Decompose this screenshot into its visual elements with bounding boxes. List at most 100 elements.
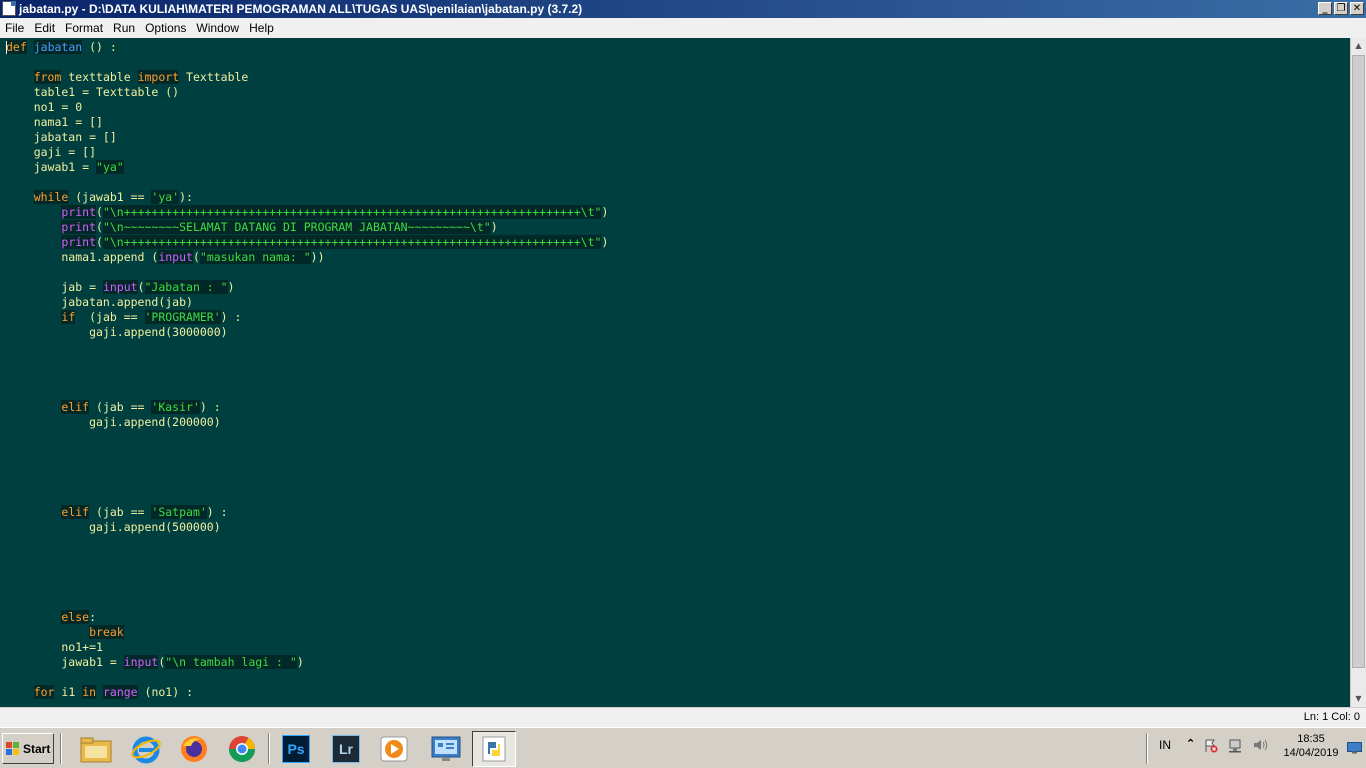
code-line[interactable] <box>6 595 664 610</box>
code-line[interactable] <box>6 265 664 280</box>
idle-file-icon[interactable] <box>2 1 16 16</box>
code-editor[interactable]: def jabatan () : from texttable import T… <box>0 38 1350 707</box>
start-button[interactable]: Start <box>2 733 54 764</box>
code-line[interactable]: jabatan.append(jab) <box>6 295 664 310</box>
maximize-button[interactable]: ❐ <box>1334 2 1348 15</box>
menu-edit[interactable]: Edit <box>29 18 60 38</box>
code-line[interactable] <box>6 580 664 595</box>
code-line[interactable]: print("\n+++++++++++++++++++++++++++++++… <box>6 205 664 220</box>
file-explorer-icon[interactable] <box>74 731 118 767</box>
code-line[interactable] <box>6 700 664 707</box>
code-line[interactable] <box>6 340 664 355</box>
code-line[interactable]: no1 = 0 <box>6 100 664 115</box>
code-line[interactable]: if (jab == 'PROGRAMER') : <box>6 310 664 325</box>
code-line[interactable]: jab = input("Jabatan : ") <box>6 280 664 295</box>
windows-logo-icon <box>6 741 20 756</box>
code-line[interactable]: jawab1 = "ya" <box>6 160 664 175</box>
internet-explorer-icon[interactable] <box>124 731 168 767</box>
code-line[interactable] <box>6 55 664 70</box>
code-line[interactable] <box>6 370 664 385</box>
code-token: "\n tambah lagi : " <box>165 655 297 669</box>
show-desktop-icon[interactable] <box>1347 741 1362 754</box>
code-line[interactable]: while (jawab1 == 'ya'): <box>6 190 664 205</box>
menu-run[interactable]: Run <box>108 18 140 38</box>
code-line[interactable]: nama1.append (input("masukan nama: ")) <box>6 250 664 265</box>
code-line[interactable]: jawab1 = input("\n tambah lagi : ") <box>6 655 664 670</box>
network-icon[interactable] <box>1228 739 1242 753</box>
lightroom-icon[interactable]: Lr <box>324 731 368 767</box>
chrome-icon[interactable] <box>220 731 264 767</box>
menu-file[interactable]: File <box>0 18 29 38</box>
code-token: () : <box>82 40 117 54</box>
menu-options[interactable]: Options <box>140 18 191 38</box>
code-line[interactable] <box>6 490 664 505</box>
code-token: ): <box>179 190 193 204</box>
code-token: range <box>102 685 138 699</box>
clock-date: 14/04/2019 <box>1283 747 1339 759</box>
code-token: 'Satpam' <box>151 505 207 519</box>
code-line[interactable]: from texttable import Texttable <box>6 70 664 85</box>
code-line[interactable]: gaji.append(200000) <box>6 415 664 430</box>
scroll-down-arrow-icon[interactable]: ▼ <box>1351 691 1366 707</box>
code-text[interactable]: def jabatan () : from texttable import T… <box>6 40 664 707</box>
code-line[interactable] <box>6 475 664 490</box>
code-token: else <box>61 610 90 624</box>
scroll-up-arrow-icon[interactable]: ▲ <box>1351 38 1366 54</box>
code-line[interactable] <box>6 565 664 580</box>
code-line[interactable]: break <box>6 625 664 640</box>
photoshop-icon[interactable]: Ps <box>274 731 318 767</box>
firefox-icon[interactable] <box>172 731 216 767</box>
code-line[interactable] <box>6 385 664 400</box>
code-line[interactable] <box>6 550 664 565</box>
code-token: def <box>6 40 27 54</box>
window-controls: _ ❐ ✕ <box>1318 2 1364 15</box>
menu-format[interactable]: Format <box>60 18 108 38</box>
code-token: import <box>137 70 180 84</box>
code-line[interactable]: gaji = [] <box>6 145 664 160</box>
media-player-icon[interactable] <box>372 731 416 767</box>
menu-help[interactable]: Help <box>244 18 279 38</box>
code-line[interactable]: print("\n+++++++++++++++++++++++++++++++… <box>6 235 664 250</box>
code-token: "masukan nama: " <box>199 250 311 264</box>
code-line[interactable] <box>6 460 664 475</box>
language-indicator[interactable]: IN <box>1159 738 1171 752</box>
action-center-flag-icon[interactable] <box>1204 739 1218 753</box>
code-line[interactable]: gaji.append(500000) <box>6 520 664 535</box>
code-line[interactable] <box>6 535 664 550</box>
code-line[interactable] <box>6 355 664 370</box>
control-panel-icon[interactable] <box>424 731 468 767</box>
code-line[interactable]: table1 = Texttable () <box>6 85 664 100</box>
code-line[interactable]: elif (jab == 'Kasir') : <box>6 400 664 415</box>
volume-icon[interactable] <box>1252 738 1268 752</box>
clock[interactable]: 18:35 14/04/2019 <box>1280 732 1342 760</box>
close-button[interactable]: ✕ <box>1350 2 1364 15</box>
code-line[interactable] <box>6 175 664 190</box>
code-token: ) <box>296 655 304 669</box>
code-line[interactable]: for i1 in range (no1) : <box>6 685 664 700</box>
code-line[interactable]: elif (jab == 'Satpam') : <box>6 505 664 520</box>
menu-window[interactable]: Window <box>191 18 244 38</box>
code-line[interactable] <box>6 670 664 685</box>
code-token: "\n~~~~~~~~SELAMAT DATANG DI PROGRAM JAB… <box>102 220 491 234</box>
code-line[interactable]: no1+=1 <box>6 640 664 655</box>
code-token: print <box>61 220 97 234</box>
code-line[interactable]: else: <box>6 610 664 625</box>
title-bar[interactable]: jabatan.py - D:\DATA KULIAH\MATERI PEMOG… <box>0 0 1366 18</box>
vertical-scrollbar[interactable]: ▲ ▼ <box>1350 38 1366 707</box>
code-line[interactable] <box>6 445 664 460</box>
menu-bar: File Edit Format Run Options Window Help <box>0 18 1366 38</box>
code-token: while <box>33 190 69 204</box>
scroll-thumb[interactable] <box>1352 55 1365 668</box>
show-hidden-icons-icon[interactable]: ⌃ <box>1186 737 1195 750</box>
code-line[interactable]: jabatan = [] <box>6 130 664 145</box>
minimize-button[interactable]: _ <box>1318 2 1332 15</box>
start-label: Start <box>23 741 51 756</box>
python-idle-icon[interactable] <box>472 731 516 767</box>
code-line[interactable]: print("\n~~~~~~~~SELAMAT DATANG DI PROGR… <box>6 220 664 235</box>
code-line[interactable]: nama1 = [] <box>6 115 664 130</box>
code-line[interactable]: gaji.append(3000000) <box>6 325 664 340</box>
code-line[interactable]: def jabatan () : <box>6 40 664 55</box>
code-line[interactable] <box>6 430 664 445</box>
